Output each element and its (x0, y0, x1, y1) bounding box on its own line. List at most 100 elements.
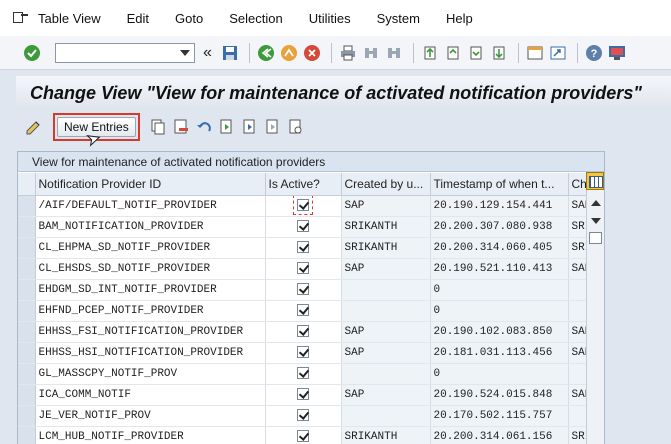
cell-is-active (265, 216, 342, 238)
print-field-list-icon[interactable] (286, 117, 306, 137)
vertical-scrollbar[interactable] (586, 172, 604, 444)
cell-timestamp: 20.200.314.061.156 (430, 426, 569, 444)
table-row[interactable]: BAM_NOTIFICATION_PROVIDER SRIKANTH 20.200.… (18, 216, 595, 238)
cell-timestamp: 20.190.129.154.441 (430, 195, 569, 217)
row-selector[interactable] (18, 258, 36, 280)
svg-text:?: ? (591, 48, 598, 60)
cell-created-by (341, 300, 431, 322)
back-icon[interactable] (256, 43, 276, 63)
table-row[interactable]: GL_MASSCPY_NOTIF_PROV 0 (18, 363, 595, 385)
cancel-icon[interactable] (302, 43, 322, 63)
is-active-checkbox[interactable] (297, 346, 309, 359)
table-row[interactable]: CL_EHPMA_SD_NOTIF_PROVIDER SRIKANTH 20.200… (18, 237, 595, 259)
table-row[interactable]: LCM_HUB_NOTIF_PROVIDER SRIKANTH 20.200.314… (18, 426, 595, 444)
is-active-checkbox[interactable] (297, 283, 309, 296)
select-block-icon[interactable] (240, 117, 260, 137)
menu-bar: Table View Edit Goto Selection Utilities… (0, 0, 671, 36)
is-active-checkbox[interactable] (297, 325, 309, 338)
shortcut-icon[interactable] (548, 43, 568, 63)
table-row[interactable]: ICA_COMM_NOTIF SAP 20.190.524.015.848 SAP (18, 384, 595, 406)
row-selector[interactable] (18, 300, 36, 322)
menu-system[interactable]: System (377, 11, 420, 26)
table-row[interactable]: /AIF/DEFAULT_NOTIF_PROVIDER SAP 20.190.129… (18, 195, 595, 217)
table-row[interactable]: JE_VER_NOTIF_PROV 20.170.502.115.757 (18, 405, 595, 427)
menu-help[interactable]: Help (446, 11, 473, 26)
is-active-checkbox[interactable] (297, 409, 309, 422)
row-selector[interactable] (18, 342, 36, 364)
table-row[interactable]: EHFND_PCEP_NOTIF_PROVIDER 0 (18, 300, 595, 322)
row-selector[interactable] (18, 405, 36, 427)
row-selector[interactable] (18, 195, 36, 217)
help-icon[interactable]: ? (584, 43, 604, 63)
cell-timestamp: 20.181.031.113.456 (430, 342, 569, 364)
menu-goto[interactable]: Goto (175, 11, 203, 26)
menu-utilities[interactable]: Utilities (309, 11, 351, 26)
row-selector[interactable] (18, 279, 36, 301)
find-icon[interactable] (361, 43, 381, 63)
copy-as-icon[interactable] (148, 117, 168, 137)
find-next-icon[interactable] (384, 43, 404, 63)
row-selector[interactable] (18, 237, 36, 259)
menu-selection[interactable]: Selection (229, 11, 282, 26)
cell-provider-id: /AIF/DEFAULT_NOTIF_PROVIDER (35, 195, 266, 217)
row-selector[interactable] (18, 426, 36, 444)
create-session-icon[interactable] (525, 43, 545, 63)
table-caption: View for maintenance of activated notifi… (18, 152, 604, 172)
table-row[interactable]: EHDGM_SD_INT_NOTIF_PROVIDER 0 (18, 279, 595, 301)
last-page-icon[interactable] (489, 43, 509, 63)
column-settings-icon[interactable] (586, 172, 604, 190)
delete-icon[interactable] (171, 117, 191, 137)
is-active-checkbox[interactable] (297, 262, 309, 275)
scroll-up-icon[interactable] (591, 200, 601, 206)
is-active-checkbox[interactable] (297, 304, 309, 317)
row-selector[interactable] (18, 216, 36, 238)
customize-layout-icon[interactable] (607, 43, 627, 63)
print-icon[interactable] (338, 43, 358, 63)
menu-edit[interactable]: Edit (127, 11, 149, 26)
is-active-checkbox[interactable] (293, 195, 313, 215)
display-change-icon[interactable] (24, 117, 44, 137)
deselect-all-icon[interactable] (263, 117, 283, 137)
scroll-down-icon[interactable] (591, 218, 601, 224)
command-field[interactable] (55, 42, 195, 63)
enter-check-icon[interactable] (22, 43, 42, 63)
cell-is-active (265, 426, 342, 444)
column-header-created-by[interactable]: Created by u... (341, 173, 431, 196)
is-active-checkbox[interactable] (297, 367, 309, 380)
select-all-icon[interactable] (217, 117, 237, 137)
column-header-timestamp[interactable]: Timestamp of when t... (430, 173, 569, 196)
command-input[interactable] (56, 43, 176, 62)
cell-timestamp: 20.190.102.083.850 (430, 321, 569, 343)
cell-is-active (265, 195, 342, 217)
is-active-checkbox[interactable] (297, 388, 309, 401)
column-header-provider-id[interactable]: Notification Provider ID (35, 173, 266, 196)
first-page-icon[interactable] (420, 43, 440, 63)
table-row[interactable]: CL_EHSDS_SD_NOTIF_PROVIDER SAP 20.190.521.… (18, 258, 595, 280)
undo-change-icon[interactable] (194, 117, 214, 137)
table-row[interactable]: EHHSS_FSI_NOTIFICATION_PROVIDER SAP 20.190… (18, 321, 595, 343)
menu-exit-icon[interactable] (12, 11, 28, 25)
page-title: Change View "View for maintenance of act… (30, 82, 642, 103)
cell-provider-id: EHDGM_SD_INT_NOTIF_PROVIDER (35, 279, 266, 301)
menu-table-view[interactable]: Table View (38, 11, 101, 26)
chevron-down-icon[interactable] (178, 46, 192, 60)
row-selector[interactable] (18, 321, 36, 343)
table-row[interactable]: EHHSS_HSI_NOTIFICATION_PROVIDER SAP 20.181… (18, 342, 595, 364)
next-page-icon[interactable] (466, 43, 486, 63)
cell-timestamp: 20.200.314.060.405 (430, 237, 569, 259)
row-selector[interactable] (18, 384, 36, 406)
row-selector[interactable] (18, 363, 36, 385)
exit-icon[interactable] (279, 43, 299, 63)
previous-page-icon[interactable] (443, 43, 463, 63)
cell-timestamp: 20.190.524.015.848 (430, 384, 569, 406)
select-all-column-header[interactable] (18, 173, 36, 196)
save-icon[interactable] (220, 43, 240, 63)
is-active-checkbox[interactable] (297, 241, 309, 254)
cell-provider-id: LCM_HUB_NOTIF_PROVIDER (35, 426, 266, 444)
is-active-checkbox[interactable] (297, 220, 309, 233)
column-header-is-active[interactable]: Is Active? (265, 173, 342, 196)
is-active-checkbox[interactable] (297, 430, 309, 443)
scroll-thumb[interactable] (589, 232, 602, 244)
standard-toolbar: « ? (0, 36, 671, 70)
collapse-chevrons-icon[interactable]: « (203, 44, 212, 61)
